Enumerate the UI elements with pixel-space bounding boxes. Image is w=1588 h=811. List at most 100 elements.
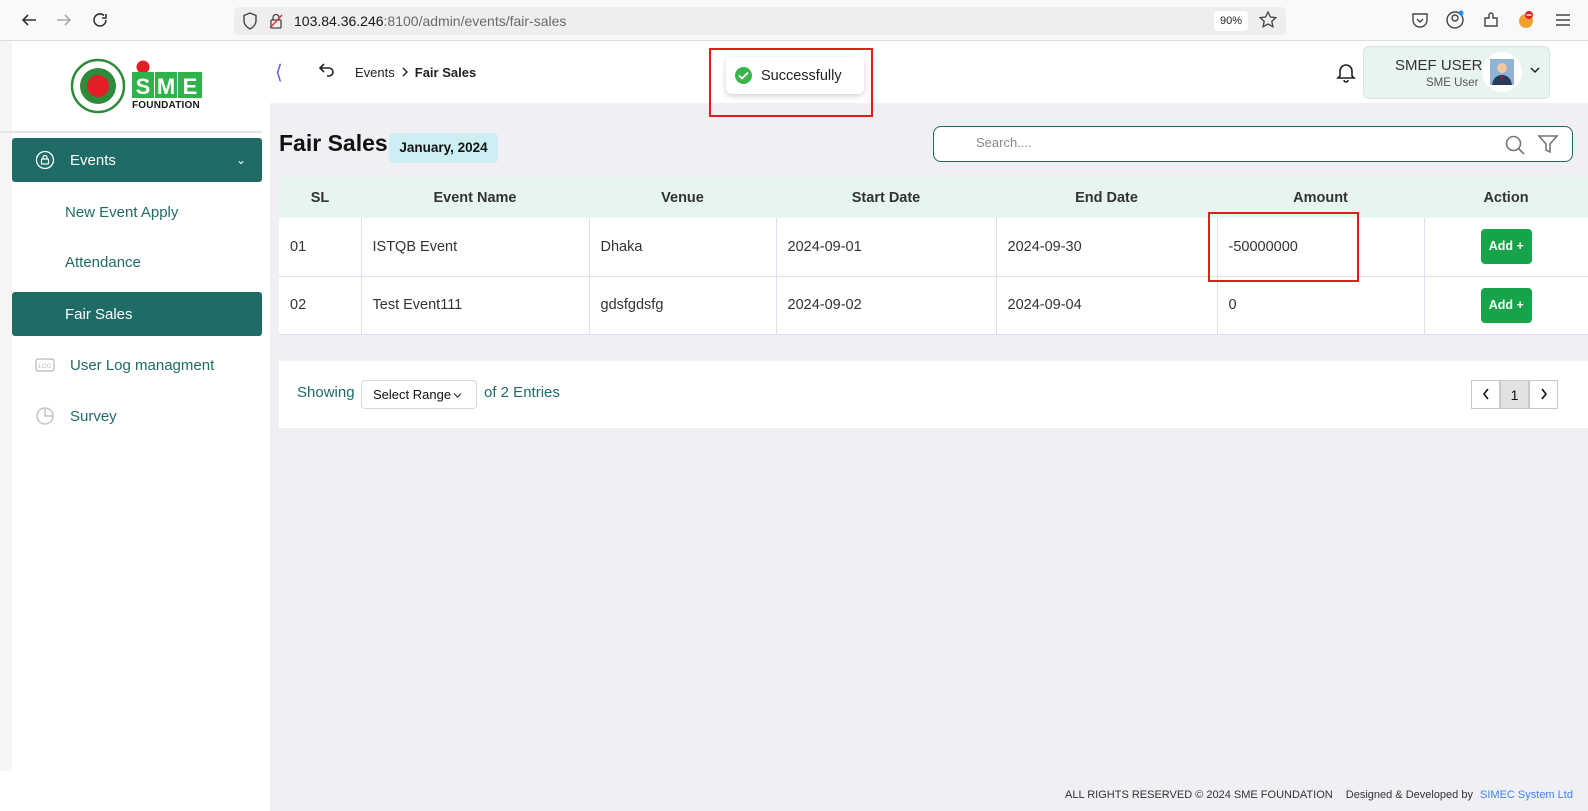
notification-bell-icon[interactable] — [1336, 61, 1356, 88]
pie-chart-icon — [34, 405, 56, 427]
user-name: SMEF USER — [1395, 57, 1483, 74]
lock-badge-icon — [34, 149, 56, 171]
undo-back-icon[interactable] — [318, 61, 336, 82]
chevron-down-icon — [453, 381, 462, 408]
month-badge: January, 2024 — [389, 133, 498, 163]
sidebar-item-label: Attendance — [65, 253, 141, 271]
filter-icon[interactable] — [1537, 133, 1559, 160]
cell-venue: Dhaka — [589, 218, 777, 277]
user-role: SME User — [1426, 77, 1479, 89]
url-text: 103.84.36.246:8100/admin/events/fair-sal… — [294, 13, 567, 29]
cell-event-name: Test Event111 — [361, 276, 590, 335]
sidebar-collapse-icon[interactable]: ⟨ — [275, 60, 283, 85]
logo-divider — [0, 131, 262, 133]
fair-sales-table: SL Event Name Venue Start Date End Date … — [279, 177, 1588, 335]
sidebar-item-attendance[interactable]: Attendance — [12, 240, 262, 284]
amount-highlight-box — [1208, 212, 1359, 282]
search-input[interactable] — [976, 135, 1476, 150]
shield-icon[interactable] — [242, 12, 258, 35]
sidebar-item-survey[interactable]: Survey — [12, 394, 262, 438]
chevron-left-icon — [1482, 387, 1490, 403]
column-header-venue: Venue — [589, 177, 776, 218]
sidebar-item-label: Survey — [70, 407, 117, 425]
chevron-right-icon — [401, 65, 409, 80]
cell-amount: 0 — [1217, 276, 1425, 335]
pocket-icon[interactable] — [1410, 10, 1430, 30]
logo-foundation-text: FOUNDATION — [132, 100, 200, 111]
svg-text:S: S — [136, 74, 151, 99]
column-header-end-date: End Date — [996, 177, 1217, 218]
footer-text: ALL RIGHTS RESERVED © 2024 SME FOUNDATIO… — [1065, 789, 1573, 801]
insecure-lock-icon[interactable] — [268, 12, 284, 35]
add-button[interactable]: Add + — [1480, 229, 1532, 265]
column-header-action: Action — [1424, 177, 1588, 218]
svg-text:LOG: LOG — [39, 364, 52, 370]
table-header-row: SL Event Name Venue Start Date End Date … — [279, 177, 1588, 218]
cell-action: Add + — [1424, 218, 1588, 277]
sme-foundation-logo[interactable]: S M E FOUNDATION — [70, 57, 210, 117]
sidebar-item-label: Events — [70, 151, 116, 169]
account-icon[interactable] — [1445, 10, 1465, 30]
chevron-right-icon — [1540, 387, 1548, 403]
showing-label: Showing — [297, 384, 355, 401]
chevron-down-icon[interactable] — [1530, 63, 1540, 77]
svg-text:M: M — [157, 74, 175, 99]
success-toast: Successfully — [726, 57, 864, 94]
cell-sl: 01 — [279, 218, 362, 277]
sidebar-item-user-log[interactable]: LOG User Log managment — [12, 343, 262, 387]
cell-start-date: 2024-09-01 — [776, 218, 997, 277]
bookmark-star-icon[interactable] — [1258, 10, 1278, 35]
breadcrumb-parent[interactable]: Events — [355, 65, 395, 80]
page-number-button[interactable]: 1 — [1500, 380, 1529, 409]
footer-company-link[interactable]: SIMEC System Ltd — [1480, 789, 1573, 801]
reload-icon[interactable] — [89, 9, 111, 31]
pagination-panel: Showing Select Range of 2 Entries 1 — [279, 361, 1588, 428]
range-select-value: Select Range — [373, 387, 452, 402]
next-page-button[interactable] — [1529, 380, 1558, 409]
toast-message: Successfully — [761, 67, 842, 84]
chevron-down-icon: ⌄ — [235, 153, 246, 167]
browser-toolbar: 103.84.36.246:8100/admin/events/fair-sal… — [0, 0, 1588, 41]
avatar — [1482, 52, 1522, 92]
footer: ALL RIGHTS RESERVED © 2024 SME FOUNDATIO… — [270, 778, 1588, 811]
range-select[interactable]: Select Range — [361, 380, 477, 409]
menu-icon[interactable] — [1553, 10, 1573, 30]
search-icon[interactable] — [1504, 134, 1526, 161]
sidebar-item-label: User Log managment — [70, 356, 215, 374]
back-arrow-icon[interactable] — [18, 9, 40, 31]
footer-rights: ALL RIGHTS RESERVED © 2024 SME FOUNDATIO… — [1065, 789, 1333, 801]
extensions-icon[interactable] — [1481, 10, 1501, 30]
sidebar-item-fair-sales[interactable]: Fair Sales — [12, 292, 262, 336]
page-title: Fair Sales — [279, 130, 388, 156]
svg-text:E: E — [183, 74, 198, 99]
cell-venue: gdsfgdsfg — [589, 276, 777, 335]
cell-sl: 02 — [279, 276, 362, 335]
sidebar-item-events[interactable]: Events ⌄ — [12, 138, 262, 182]
prev-page-button[interactable] — [1471, 380, 1500, 409]
add-button[interactable]: Add + — [1480, 287, 1532, 323]
sidebar-edge — [0, 41, 12, 771]
addon-icon[interactable] — [1516, 10, 1536, 30]
footer-designed: Designed & Developed by — [1345, 789, 1473, 801]
column-header-event-name: Event Name — [361, 177, 589, 218]
log-icon: LOG — [34, 354, 56, 376]
address-bar[interactable]: 103.84.36.246:8100/admin/events/fair-sal… — [234, 7, 1286, 35]
cell-start-date: 2024-09-02 — [776, 276, 997, 335]
cell-end-date: 2024-09-30 — [996, 218, 1218, 277]
check-circle-icon — [735, 67, 752, 84]
user-profile-card[interactable]: SMEF USER SME User — [1363, 46, 1550, 99]
table-row: 02 Test Event111 gdsfgdsfg 2024-09-02 20… — [279, 276, 1588, 335]
sidebar-item-label: Fair Sales — [65, 305, 133, 323]
forward-arrow-icon[interactable] — [53, 9, 75, 31]
sidebar-item-label: New Event Apply — [65, 203, 179, 221]
column-header-sl: SL — [279, 177, 361, 218]
cell-end-date: 2024-09-04 — [996, 276, 1218, 335]
cell-action: Add + — [1424, 276, 1588, 335]
search-box — [933, 126, 1573, 162]
breadcrumb: Events Fair Sales — [355, 65, 476, 80]
cell-event-name: ISTQB Event — [361, 218, 590, 277]
column-header-start-date: Start Date — [776, 177, 996, 218]
sidebar-item-new-event-apply[interactable]: New Event Apply — [12, 190, 262, 234]
entries-count: of 2 Entries — [484, 384, 560, 401]
zoom-level[interactable]: 90% — [1214, 11, 1248, 31]
